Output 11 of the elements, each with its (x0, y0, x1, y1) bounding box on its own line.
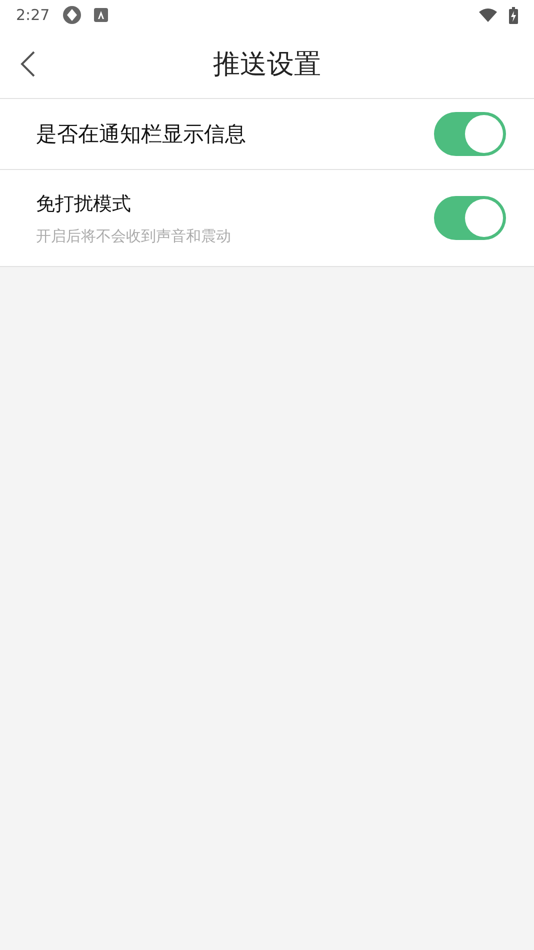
toggle-switch[interactable] (434, 112, 506, 156)
setting-label: 是否在通知栏显示信息 (36, 121, 247, 148)
back-icon[interactable] (20, 50, 36, 78)
setting-label: 免打扰模式 (36, 192, 132, 216)
status-time: 2:27 (16, 6, 50, 24)
app-notification-icon (94, 8, 108, 22)
page-title: 推送设置 (213, 48, 321, 82)
setting-description: 开启后将不会收到声音和震动 (36, 226, 232, 246)
toggle-switch[interactable] (434, 196, 506, 240)
battery-charging-icon (509, 6, 518, 24)
wifi-icon (479, 8, 497, 22)
